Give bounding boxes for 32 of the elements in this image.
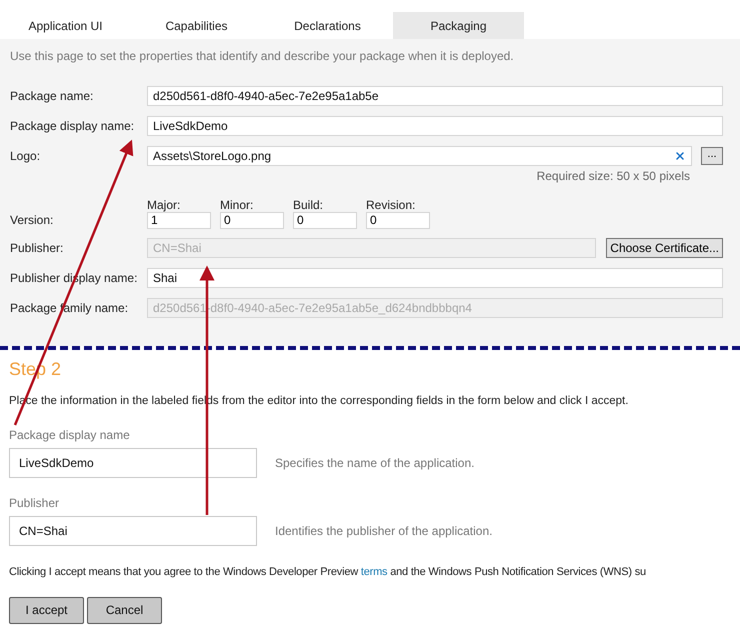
field-label: Version: bbox=[10, 212, 54, 229]
intro-text: Use this page to set the properties that identify and describe your package when it is deployed. bbox=[10, 48, 515, 65]
field-hint: Identifies the publisher of the application. bbox=[275, 523, 492, 540]
field-label: Package display name: bbox=[10, 118, 136, 135]
version-part-label: Build: bbox=[293, 198, 324, 212]
cancel-button[interactable]: Cancel bbox=[87, 596, 162, 624]
clear-icon[interactable] bbox=[674, 150, 686, 162]
text-field[interactable]: LiveSdkDemo bbox=[147, 116, 723, 136]
field-label: Package name: bbox=[10, 88, 94, 105]
text-field[interactable]: CN=Shai bbox=[9, 516, 257, 546]
version-field[interactable]: 0 bbox=[366, 212, 430, 229]
version-field[interactable]: 0 bbox=[220, 212, 284, 229]
browse-button[interactable]: ... bbox=[701, 147, 723, 165]
text-field[interactable]: Shai bbox=[147, 268, 723, 288]
field-label: Publisher: bbox=[10, 240, 64, 257]
field-label: Package display name bbox=[9, 427, 131, 444]
field-hint: Specifies the name of the application. bbox=[275, 455, 474, 472]
agreement-text: Clicking I accept means that you agree to the Windows Developer Preview terms and the Windows Push Notification Services (WNS) su bbox=[9, 565, 647, 580]
version-field[interactable]: 1 bbox=[147, 212, 211, 229]
text-field[interactable]: Assets\StoreLogo.png bbox=[147, 146, 692, 166]
text-field[interactable]: d250d561-d8f0-4940-a5ec-7e2e95a1ab5e bbox=[147, 86, 723, 106]
accept-button[interactable]: I accept bbox=[9, 596, 84, 624]
version-part-label: Revision: bbox=[366, 198, 416, 212]
field-label: Publisher bbox=[9, 495, 60, 512]
text-field[interactable]: LiveSdkDemo bbox=[9, 448, 257, 478]
version-field[interactable]: 0 bbox=[293, 212, 357, 229]
terms-link[interactable]: terms bbox=[360, 566, 388, 578]
size-note: Required size: 50 x 50 pixels bbox=[536, 168, 690, 185]
field-label: Logo: bbox=[10, 148, 42, 165]
version-part-label: Minor: bbox=[220, 198, 254, 212]
tab[interactable]: Packaging bbox=[393, 12, 524, 39]
version-part-label: Major: bbox=[147, 198, 182, 212]
